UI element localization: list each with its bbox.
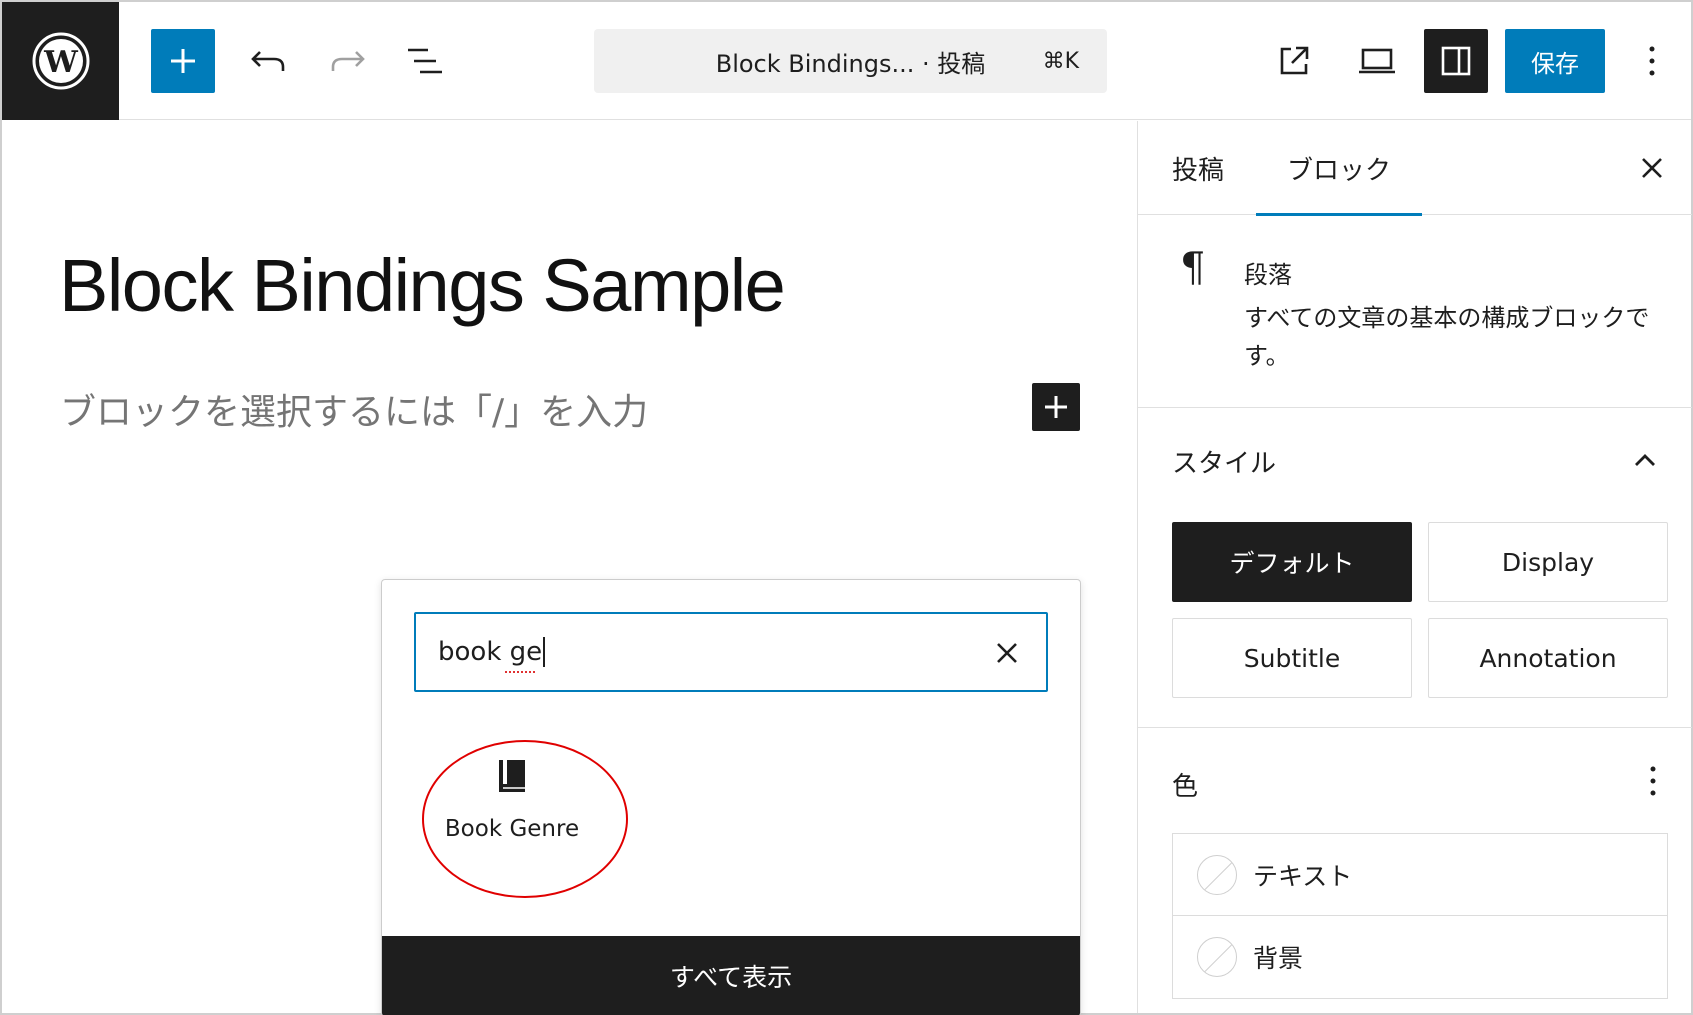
block-search-input[interactable]: book ge: [414, 612, 1048, 692]
paragraph-icon: ¶: [1180, 245, 1206, 291]
text-caret: [543, 637, 546, 667]
sidebar-icon: [1441, 46, 1471, 76]
color-settings-list: テキスト 背景: [1172, 833, 1668, 999]
tab-block-label: ブロック: [1286, 155, 1391, 186]
block-result-book-genre[interactable]: Book Genre: [432, 758, 592, 878]
wordpress-icon: W: [32, 32, 89, 90]
text-color-item[interactable]: テキスト: [1173, 834, 1667, 916]
settings-toggle-button[interactable]: [1424, 29, 1488, 93]
editor-canvas: Block Bindings Sample ブロックを選択するには「/」を入力 …: [2, 121, 1137, 1015]
empty-swatch-icon: [1197, 854, 1237, 895]
document-bar[interactable]: Block Bindings... · 投稿 ⌘K: [594, 29, 1107, 93]
color-panel: 色 テキスト 背景: [1138, 728, 1692, 1013]
style-annotation-button[interactable]: Annotation: [1428, 618, 1668, 698]
redo-button[interactable]: [316, 29, 380, 93]
document-overview-button[interactable]: [393, 29, 457, 93]
desktop-preview-icon: [1359, 48, 1395, 74]
block-result-label: Book Genre: [444, 816, 580, 842]
collapse-styles-button[interactable]: [1628, 443, 1662, 477]
chevron-up-icon: [1635, 454, 1655, 466]
block-card: ¶ 段落 すべての文章の基本の構成ブロックです。: [1138, 215, 1692, 408]
close-icon: [997, 643, 1017, 663]
block-name: 段落: [1244, 261, 1292, 289]
spellcheck-underline: [505, 671, 535, 673]
undo-icon: [251, 51, 285, 71]
sidebar-tabs: 投稿 ブロック: [1138, 121, 1692, 216]
list-view-icon: [408, 48, 442, 74]
undo-button[interactable]: [236, 29, 300, 93]
block-inserter-popover: book ge Book Genre すべて表示: [381, 579, 1081, 1015]
text-color-label: テキスト: [1253, 861, 1353, 891]
editor-header: W Block Bindings... · 投稿 ⌘K 保存: [2, 2, 1691, 120]
wordpress-logo[interactable]: W: [2, 2, 119, 120]
post-title[interactable]: Block Bindings Sample: [59, 243, 786, 328]
styles-panel: スタイル デフォルト Display Subtitle Annotation: [1138, 408, 1692, 728]
save-button[interactable]: 保存: [1505, 29, 1605, 93]
external-link-icon: [1280, 46, 1309, 75]
background-color-item[interactable]: 背景: [1173, 916, 1667, 998]
empty-swatch-icon: [1197, 937, 1237, 977]
inline-add-block-button[interactable]: [1032, 383, 1080, 431]
command-shortcut: ⌘K: [1042, 48, 1079, 74]
background-color-label: 背景: [1253, 944, 1304, 973]
color-options-button[interactable]: [1636, 764, 1670, 798]
color-panel-title: 色: [1172, 772, 1199, 802]
tab-block[interactable]: ブロック: [1256, 121, 1422, 216]
book-icon: [499, 760, 525, 792]
clear-search-button[interactable]: [990, 636, 1024, 670]
style-subtitle-button[interactable]: Subtitle: [1172, 618, 1412, 698]
redo-icon: [331, 51, 365, 71]
document-title: Block Bindings... · 投稿: [715, 49, 986, 78]
browse-all-button[interactable]: すべて表示: [382, 936, 1080, 1015]
view-post-button[interactable]: [1262, 29, 1326, 93]
style-display-button[interactable]: Display: [1428, 522, 1668, 602]
paragraph-placeholder[interactable]: ブロックを選択するには「/」を入力: [60, 383, 648, 435]
settings-sidebar: 投稿 ブロック ¶ 段落 すべての文章の基本の構成ブロックです。 スタイル デフ…: [1137, 121, 1692, 1013]
tab-post[interactable]: 投稿: [1172, 121, 1224, 215]
plus-icon: [171, 49, 195, 73]
search-value: book ge: [438, 637, 542, 673]
more-vertical-icon: [1649, 46, 1655, 76]
preview-button[interactable]: [1345, 29, 1409, 93]
options-button[interactable]: [1620, 29, 1684, 93]
plus-icon: [1045, 396, 1067, 418]
add-block-button[interactable]: [151, 29, 215, 93]
close-sidebar-button[interactable]: [1630, 146, 1674, 190]
block-description: すべての文章の基本の構成ブロックです。: [1244, 304, 1650, 370]
more-vertical-icon: [1650, 766, 1656, 796]
styles-panel-title[interactable]: スタイル: [1172, 443, 1276, 480]
close-icon: [1642, 158, 1662, 178]
style-default-button[interactable]: デフォルト: [1172, 522, 1412, 602]
svg-text:W: W: [43, 45, 79, 80]
